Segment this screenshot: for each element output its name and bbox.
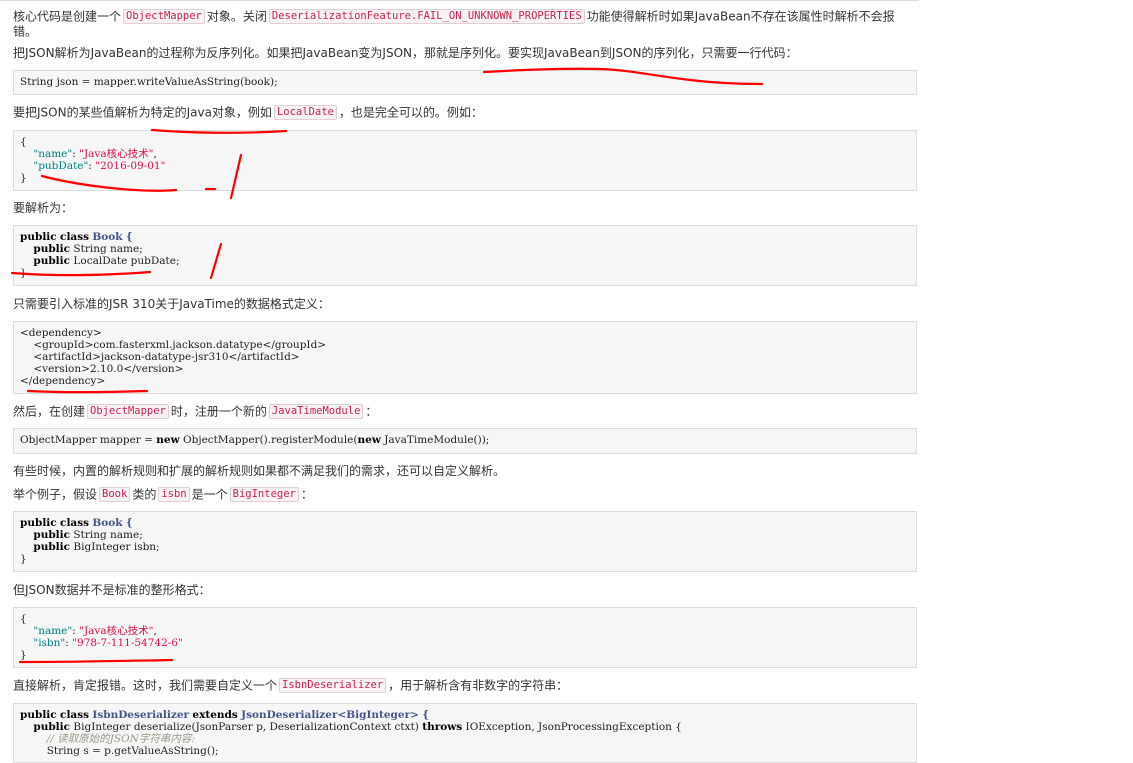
text: ：	[300, 487, 313, 502]
json-value: "978-7-111-54742-6"	[72, 637, 183, 649]
code-token: ObjectMapper mapper =	[20, 434, 157, 446]
code-token: }	[20, 172, 27, 184]
inline-code-deserialization-feature: DeserializationFeature.FAIL_ON_UNKNOWN_P…	[268, 9, 585, 24]
code-token: String name;	[70, 529, 143, 541]
code-keyword: public	[20, 517, 57, 529]
xml-line: <dependency>	[20, 327, 102, 339]
code-keyword: public	[20, 709, 57, 721]
code-keyword: new	[156, 434, 180, 446]
code-keyword: class	[60, 517, 90, 529]
xml-line: <groupId>com.fasterxml.jackson.datatype<…	[20, 339, 327, 351]
xml-line: <version>2.10.0</version>	[20, 363, 184, 375]
text: 对象。关闭	[206, 9, 267, 24]
code-keyword: class	[60, 231, 90, 243]
code-token: {	[125, 517, 133, 529]
text: 举个例子，假设	[13, 487, 98, 502]
code-token: JavaTimeModule());	[380, 434, 490, 446]
code-keyword: public	[33, 529, 71, 541]
json-key: "name"	[33, 148, 73, 160]
paragraph-serialization: 把JSON解析为JavaBean的过程称为反序列化。如果把JavaBean变为J…	[13, 46, 798, 60]
code-class-name: Book	[92, 231, 123, 243]
inline-code-javatimemodule: JavaTimeModule	[268, 404, 364, 419]
code-block-maven-dependency: <dependency> <groupId>com.fasterxml.jack…	[13, 321, 917, 394]
code-class-name: JsonDeserializer<BigInteger>	[241, 709, 419, 721]
code-token: IOException, JsonProcessingException {	[462, 721, 682, 733]
code-token: }	[20, 649, 27, 661]
code-class-name: IsbnDeserializer	[92, 709, 190, 721]
code-keyword: public	[33, 721, 71, 733]
inline-code-objectmapper: ObjectMapper	[123, 9, 205, 24]
paragraph-register-module: 然后，在创建 ObjectMapper 时，注册一个新的 JavaTimeModule…	[13, 404, 918, 419]
text: 时，注册一个新的	[170, 404, 267, 419]
json-key: "isbn"	[33, 637, 66, 649]
code-token: {	[125, 231, 133, 243]
text: 核心代码是创建一个	[13, 9, 122, 24]
code-block-json-pubdate: { "name": "Java核心技术", "pubDate": "2016-0…	[13, 130, 917, 191]
code-token: ObjectMapper().registerModule(	[179, 434, 358, 446]
code-block-json-isbn: { "name": "Java核心技术", "isbn": "978-7-111…	[13, 607, 917, 668]
code-block-book-localdate: public class Book { public String name; …	[13, 225, 917, 286]
paragraph-parse-as: 要解析为：	[13, 201, 74, 215]
code-comment: // 读取原始的JSON字符串内容:	[46, 733, 195, 745]
code-block-book-biginteger: public class Book { public String name; …	[13, 511, 917, 572]
code-block-isbn-deserializer: public class IsbnDeserializer extends Js…	[13, 703, 917, 763]
paragraph-example: 举个例子，假设 Book 类的 isbn 是一个 BigInteger：	[13, 487, 918, 502]
top-divider	[0, 0, 919, 1]
text: 错。	[13, 24, 38, 39]
xml-line: <artifactId>jackson-datatype-jsr310</art…	[20, 351, 300, 363]
code-token: {	[20, 613, 27, 625]
code-keyword: new	[357, 434, 381, 446]
code-token: }	[20, 267, 27, 279]
inline-code-objectmapper: ObjectMapper	[87, 404, 169, 419]
json-value: "Java核心技术"	[79, 148, 154, 160]
code-keyword: extends	[192, 709, 238, 721]
text: ，也是完全可以的。例如：	[338, 105, 483, 120]
json-key: "name"	[33, 625, 73, 637]
inline-code-isbn: isbn	[158, 487, 190, 502]
code-class-name: Book	[92, 517, 123, 529]
code-keyword: public	[33, 255, 71, 267]
text: 类的	[132, 487, 157, 502]
code-token: String name;	[70, 243, 143, 255]
code-keyword: class	[60, 709, 90, 721]
json-value: "Java核心技术"	[79, 625, 154, 637]
text: ：	[365, 404, 378, 419]
code-token: BigInteger deserialize(JsonParser p, Des…	[70, 721, 423, 733]
inline-code-book: Book	[99, 487, 131, 502]
code-token: {	[20, 136, 27, 148]
code-keyword: public	[33, 243, 71, 255]
paragraph-nonstandard: 但JSON数据并不是标准的整形格式：	[13, 583, 211, 597]
paragraph-isbn-deserializer: 直接解析，肯定报错。这时，我们需要自定义一个 IsbnDeserializer ，用…	[13, 678, 918, 693]
inline-code-localdate: LocalDate	[273, 105, 337, 120]
text: 然后，在创建	[13, 404, 86, 419]
code-keyword: public	[33, 541, 71, 553]
paragraph-localdate: 要把JSON的某些值解析为特定的Java对象，例如 LocalDate ，也是完全可…	[13, 105, 918, 120]
code-token: ,	[153, 148, 157, 160]
paragraph-custom-parse: 有些时候，内置的解析规则和扩展的解析规则如果都不满足我们的需求，还可以自定义解析…	[13, 464, 506, 478]
code-token: String s = p.getValueAsString();	[46, 745, 219, 757]
json-value: "2016-09-01"	[95, 160, 166, 172]
xml-line: </dependency>	[20, 375, 106, 387]
code-line: String json = mapper.writeValueAsString(…	[20, 76, 278, 88]
inline-code-isbndeserializer: IsbnDeserializer	[279, 678, 387, 693]
json-key: "pubDate"	[33, 160, 89, 172]
text: 功能使得解析时如果JavaBean不存在该属性时解析不会报	[586, 9, 895, 24]
code-token: {	[422, 709, 430, 721]
code-token: }	[20, 553, 27, 565]
text: 直接解析，肯定报错。这时，我们需要自定义一个	[13, 678, 278, 693]
code-block-serialize: String json = mapper.writeValueAsString(…	[13, 70, 917, 95]
code-keyword: throws	[422, 721, 463, 733]
article-content: 核心代码是创建一个 ObjectMapper 对象。关闭 Deserializatio…	[0, 0, 1133, 763]
code-token: BigInteger isbn;	[70, 541, 160, 553]
text: ，用于解析含有非数字的字符串：	[388, 678, 569, 693]
text: 要把JSON的某些值解析为特定的Java对象，例如	[13, 105, 272, 120]
paragraph-jsr310: 只需要引入标准的JSR 310关于JavaTime的数据格式定义：	[13, 297, 330, 311]
code-block-register: ObjectMapper mapper = new ObjectMapper()…	[13, 428, 917, 454]
paragraph-intro: 核心代码是创建一个 ObjectMapper 对象。关闭 Deserializatio…	[13, 9, 918, 39]
text: 是一个	[191, 487, 228, 502]
code-token: ,	[153, 625, 157, 637]
code-token: LocalDate pubDate;	[70, 255, 180, 267]
code-keyword: public	[20, 231, 57, 243]
inline-code-biginteger: BigInteger	[229, 487, 299, 502]
